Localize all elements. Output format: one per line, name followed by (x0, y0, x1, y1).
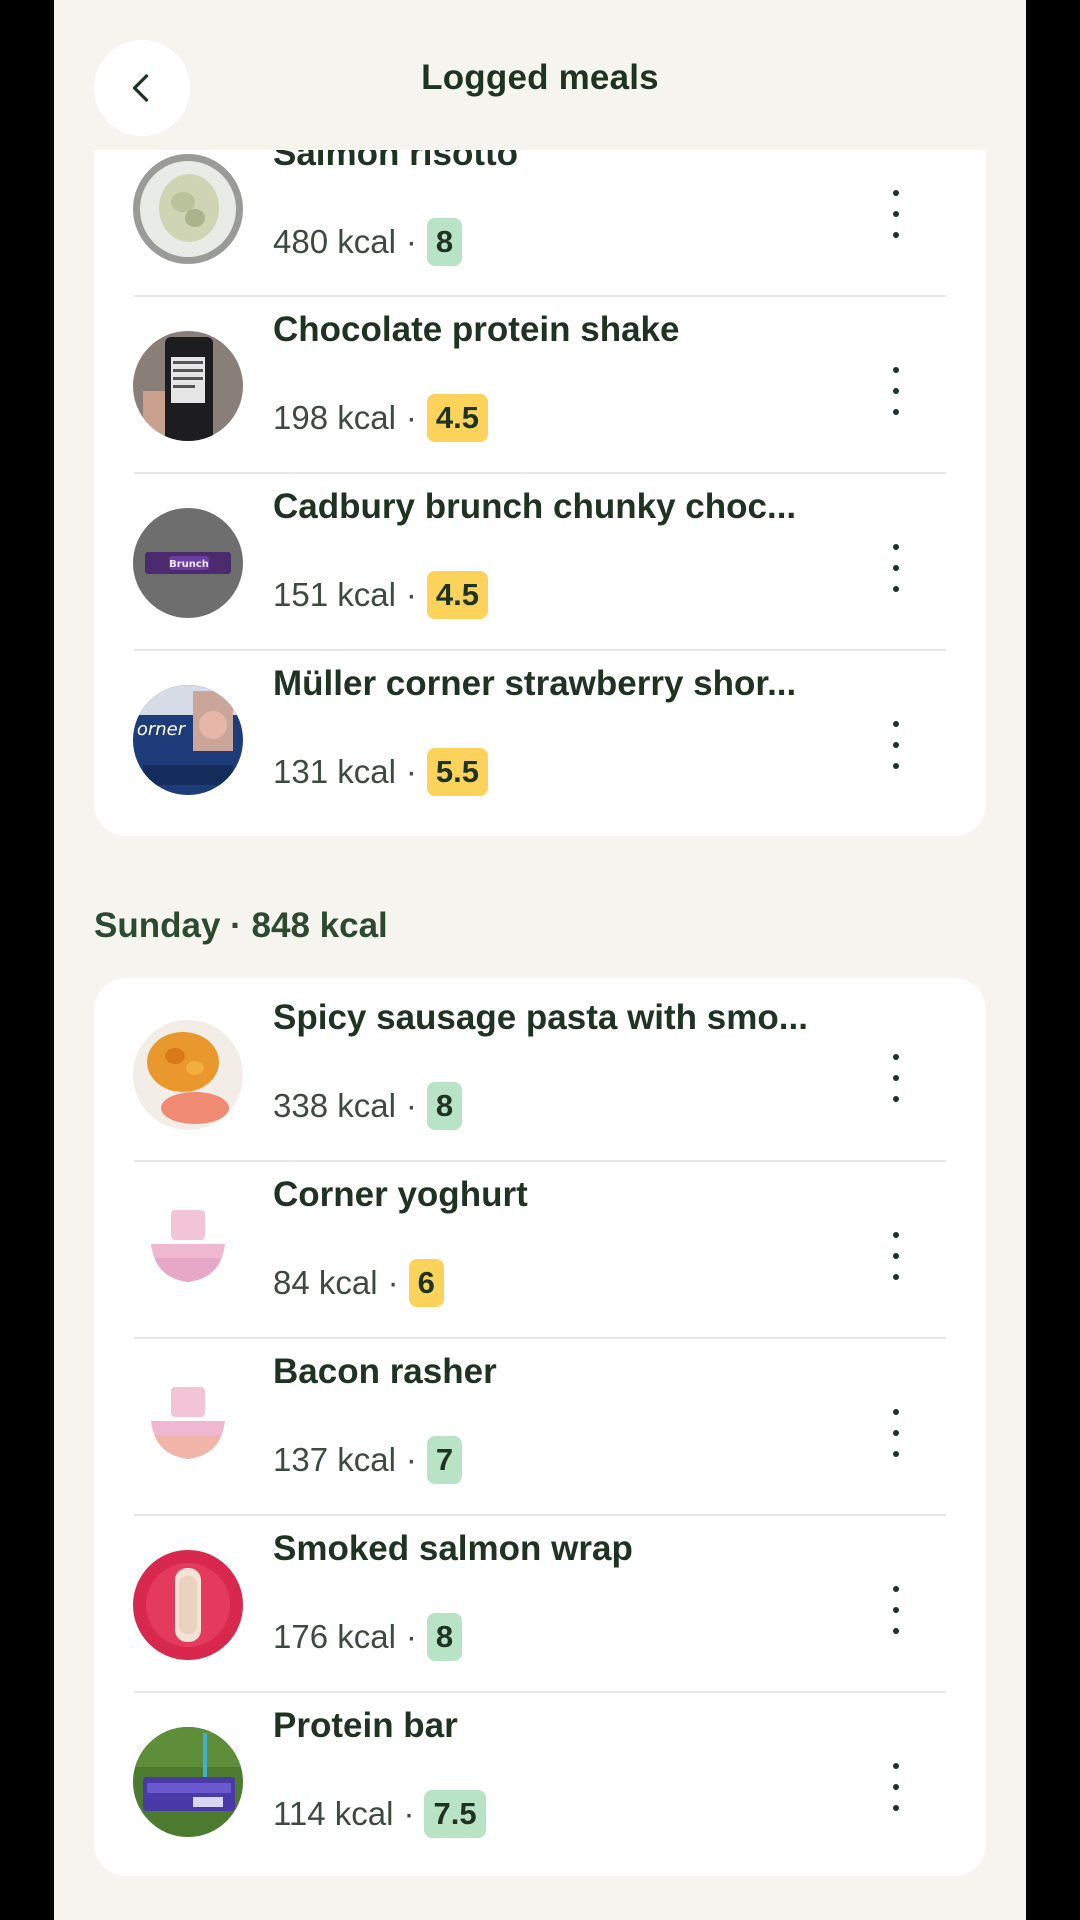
separator-dot: · (405, 576, 417, 613)
meal-name: Chocolate protein shake (273, 310, 680, 349)
more-options-icon[interactable] (886, 1054, 906, 1102)
meal-kcal: 84 kcal (273, 1264, 378, 1301)
meal-row[interactable]: Bacon rasher 137 kcal · 7 (94, 1339, 986, 1516)
meal-row[interactable]: Protein bar 114 kcal · 7.5 (94, 1693, 986, 1870)
meal-score-badge: 4.5 (426, 571, 489, 619)
meal-row[interactable]: Spicy sausage pasta with smo... 338 kcal… (94, 978, 986, 1155)
separator-dot: · (405, 1441, 417, 1478)
meal-name: Corner yoghurt (273, 1175, 528, 1214)
bowl-placeholder-icon (133, 1196, 243, 1306)
meal-score-badge: 6 (408, 1259, 444, 1307)
separator-dot: · (405, 753, 417, 790)
meal-score-badge: 4.5 (426, 394, 489, 442)
pasta-photo (133, 1020, 243, 1130)
meal-name: Smoked salmon wrap (273, 1529, 633, 1568)
meal-score-badge: 5.5 (426, 748, 489, 796)
brunch-bar-photo: Brunch (133, 508, 243, 618)
meal-score-badge: 8 (426, 1082, 463, 1130)
meal-meta: 480 kcal · 8 (273, 218, 463, 266)
bowl-placeholder-icon (133, 1373, 243, 1483)
more-options-icon[interactable] (886, 721, 906, 769)
meal-score-badge: 8 (426, 1613, 463, 1661)
meal-name: Müller corner strawberry shor... (273, 664, 797, 703)
risotto-photo (133, 154, 243, 264)
meal-name: Spicy sausage pasta with smo... (273, 998, 808, 1037)
meal-kcal: 480 kcal (273, 223, 396, 260)
separator-dot: · (387, 1264, 399, 1301)
meal-meta: 131 kcal · 5.5 (273, 748, 489, 796)
app-screen: Logged meals Salmon risotto 480 kcal · 8 (54, 0, 1026, 1920)
meal-kcal: 151 kcal (273, 576, 396, 613)
meal-kcal: 176 kcal (273, 1618, 396, 1655)
more-options-icon[interactable] (886, 1586, 906, 1634)
meal-name: Protein bar (273, 1706, 458, 1745)
svg-text:orner: orner (137, 719, 187, 740)
meal-score-badge: 7.5 (424, 1790, 486, 1838)
meal-kcal: 198 kcal (273, 399, 396, 436)
meal-meta: 137 kcal · 7 (273, 1436, 463, 1484)
shake-bottle-photo (133, 331, 243, 441)
meal-row[interactable]: Chocolate protein shake 198 kcal · 4.5 (94, 297, 986, 474)
meal-meta: 84 kcal · 6 (273, 1259, 444, 1307)
meal-kcal: 131 kcal (273, 753, 396, 790)
meal-list-card: Salmon risotto 480 kcal · 8 Chocolate pr… (94, 110, 986, 836)
separator-dot: · (405, 223, 417, 260)
meal-meta: 114 kcal · 7.5 (273, 1790, 486, 1838)
svg-text:Brunch: Brunch (169, 559, 209, 570)
meal-kcal: 338 kcal (273, 1087, 396, 1124)
separator-dot: · (405, 1087, 417, 1124)
meal-name: Cadbury brunch chunky choc... (273, 487, 797, 526)
meal-meta: 338 kcal · 8 (273, 1082, 463, 1130)
meal-kcal: 114 kcal (273, 1795, 394, 1832)
meal-meta: 198 kcal · 4.5 (273, 394, 489, 442)
more-options-icon[interactable] (886, 1232, 906, 1280)
meal-row[interactable]: Brunch Cadbury brunch chunky choc... 151… (94, 474, 986, 651)
meal-kcal: 137 kcal (273, 1441, 396, 1478)
more-options-icon[interactable] (886, 1763, 906, 1811)
meal-name: Bacon rasher (273, 1352, 497, 1391)
separator-dot: · (405, 1618, 417, 1655)
meal-meta: 176 kcal · 8 (273, 1613, 463, 1661)
more-options-icon[interactable] (886, 1409, 906, 1457)
separator-dot: · (403, 1795, 415, 1832)
meal-list-card: Spicy sausage pasta with smo... 338 kcal… (94, 978, 986, 1876)
meal-row[interactable]: Smoked salmon wrap 176 kcal · 8 (94, 1516, 986, 1693)
meal-meta: 151 kcal · 4.5 (273, 571, 489, 619)
separator-dot: · (405, 399, 417, 436)
more-options-icon[interactable] (886, 190, 906, 238)
left-frame (0, 0, 54, 1920)
page-title: Logged meals (421, 58, 659, 97)
more-options-icon[interactable] (886, 544, 906, 592)
more-options-icon[interactable] (886, 367, 906, 415)
wrap-photo (133, 1550, 243, 1660)
protein-bar-photo (133, 1727, 243, 1837)
header: Logged meals (54, 0, 1026, 150)
right-frame (1026, 0, 1080, 1920)
meal-score-badge: 8 (426, 218, 463, 266)
meal-row[interactable]: Corner yoghurt 84 kcal · 6 (94, 1162, 986, 1339)
day-section-title: Sunday · 848 kcal (94, 906, 388, 945)
meal-row[interactable]: orner Müller corner strawberry shor... 1… (94, 651, 986, 828)
muller-corner-photo: orner (133, 685, 243, 795)
meal-score-badge: 7 (426, 1436, 463, 1484)
